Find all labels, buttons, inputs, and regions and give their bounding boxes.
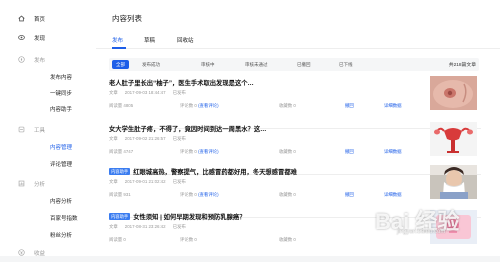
page-title: 内容列表 <box>112 14 142 23</box>
tool-icon <box>18 126 25 133</box>
article-meta: 文章 2017-09-03 18:44:47 已发布 <box>109 90 186 95</box>
article-row: 内容助手 女性须知 | 如何早期发现和预防乳腺癌？ 文章 2017-08-31 23… <box>109 210 481 262</box>
eye-icon <box>18 34 25 41</box>
favorite-count: 收藏数 0 <box>279 237 296 242</box>
comment-count: 评论数 0 (查看评论) <box>180 192 219 197</box>
article-title[interactable]: 女大学生肚子疼，不得了，竟因时间到达一周黑水？这… <box>109 124 266 133</box>
sidebar-item-comment-management[interactable]: 评论管理 <box>50 158 72 169</box>
comment-count: 评论数 0 (查看评论) <box>180 103 219 108</box>
sidebar-group-publish[interactable]: 发布 <box>18 54 45 65</box>
income-icon <box>18 249 25 256</box>
article-meta: 文章 2017-09-01 21:02:42 已发布 <box>109 179 186 184</box>
article-thumbnail[interactable] <box>430 76 477 110</box>
content-assistant-badge: 内容助手 <box>109 168 131 175</box>
sidebar-group-analysis[interactable]: 分析 <box>18 178 45 189</box>
filter-review-rejected[interactable]: 审核未通过 <box>245 60 268 69</box>
read-count: 阅读量 4747 <box>109 149 134 154</box>
status-filter-bar: 全部 发布成功 审核中 审核未通过 已撤回 已下线 共218篇文章 <box>109 58 479 71</box>
withdraw-button[interactable]: 撤回 <box>345 149 354 155</box>
article-title[interactable]: 老人肚子里长出“柚子”，医生手术取出发现是这个… <box>109 78 254 87</box>
sidebar-item-content-management[interactable]: 内容管理 <box>50 141 72 152</box>
favorite-count: 收藏数 0 <box>279 103 296 108</box>
filter-published-success[interactable]: 发布成功 <box>142 60 160 69</box>
view-comments-link[interactable]: (查看评论) <box>198 192 219 197</box>
compass-icon <box>18 56 25 63</box>
tab-recycle-bin[interactable]: 回收站 <box>177 36 194 44</box>
comment-count: 评论数 0 (查看评论) <box>180 149 219 154</box>
sidebar-item-discover[interactable]: 发现 <box>18 32 45 43</box>
article-row: 内容助手 红眼城高热，警察提气，比感冒药都好用，冬天想感冒都难 文章 2017-09… <box>109 165 481 218</box>
filter-all[interactable]: 全部 <box>112 60 129 69</box>
analytics-icon <box>18 180 25 187</box>
home-icon <box>18 15 25 22</box>
article-thumbnail[interactable] <box>430 165 477 199</box>
favorite-count: 收藏数 0 <box>279 149 296 154</box>
article-title[interactable]: 内容助手 红眼城高热，警察提气，比感冒药都好用，冬天想感冒都难 <box>109 167 297 176</box>
article-total-count: 共218篇文章 <box>448 63 476 68</box>
withdraw-button[interactable]: 撤回 <box>345 103 354 109</box>
withdraw-button[interactable]: 撤回 <box>345 192 354 198</box>
sidebar-item-fan-analysis[interactable]: 粉丝分析 <box>50 229 72 240</box>
read-count: 阅读量 4805 <box>109 103 134 108</box>
sidebar-group-tools[interactable]: 工具 <box>18 124 45 135</box>
sidebar-item-home[interactable]: 首页 <box>18 13 45 24</box>
view-comments-link[interactable]: (查看评论) <box>198 149 219 154</box>
article-title[interactable]: 内容助手 女性须知 | 如何早期发现和预防乳腺癌？ <box>109 212 246 221</box>
read-count: 阅读量 0 <box>109 237 126 242</box>
tab-published[interactable]: 发布 <box>112 36 123 44</box>
filter-withdrawn[interactable]: 已撤回 <box>297 60 311 69</box>
tab-drafts[interactable]: 草稿 <box>144 36 155 44</box>
sidebar-group-income[interactable]: 收益 <box>18 247 45 258</box>
article-thumbnail[interactable] <box>430 122 477 156</box>
filter-offline[interactable]: 已下线 <box>339 60 353 69</box>
comment-count: 评论数 0 <box>180 237 197 242</box>
sidebar-item-content-assistant[interactable]: 内容助手 <box>50 103 72 114</box>
article-meta: 文章 2017-08-31 23:26:42 已发布 <box>109 224 186 229</box>
sidebar: 首页 发现 发布 发布内容 一键同步 内容助手 工具 内容管理 评论管理 分析 … <box>0 0 96 258</box>
sidebar-item-baijiahao-index[interactable]: 百家号指数 <box>50 212 78 223</box>
tab-active-indicator <box>112 47 126 49</box>
article-meta: 文章 2017-09-02 21:26:57 已发布 <box>109 136 186 141</box>
detail-data-button[interactable]: 详细数据 <box>384 149 402 155</box>
sidebar-item-content-analysis[interactable]: 内容分析 <box>50 195 72 206</box>
view-comments-link[interactable]: (查看评论) <box>198 103 219 108</box>
sidebar-item-publish-content[interactable]: 发布内容 <box>50 71 72 82</box>
sidebar-item-one-click-sync[interactable]: 一键同步 <box>50 87 72 98</box>
main-panel: 内容列表 发布 草稿 回收站 全部 发布成功 审核中 审核未通过 已撤回 已下线… <box>96 0 500 256</box>
article-row: 老人肚子里长出“柚子”，医生手术取出发现是这个… 文章 2017-09-03 18… <box>109 76 481 129</box>
content-assistant-badge: 内容助手 <box>109 213 131 220</box>
detail-data-button[interactable]: 详细数据 <box>384 103 402 109</box>
favorite-count: 收藏数 0 <box>279 192 296 197</box>
tab-divider <box>96 48 500 49</box>
detail-data-button[interactable]: 详细数据 <box>384 192 402 198</box>
filter-under-review[interactable]: 审核中 <box>201 60 215 69</box>
read-count: 阅读量 931 <box>109 192 131 197</box>
article-thumbnail[interactable] <box>430 210 477 244</box>
